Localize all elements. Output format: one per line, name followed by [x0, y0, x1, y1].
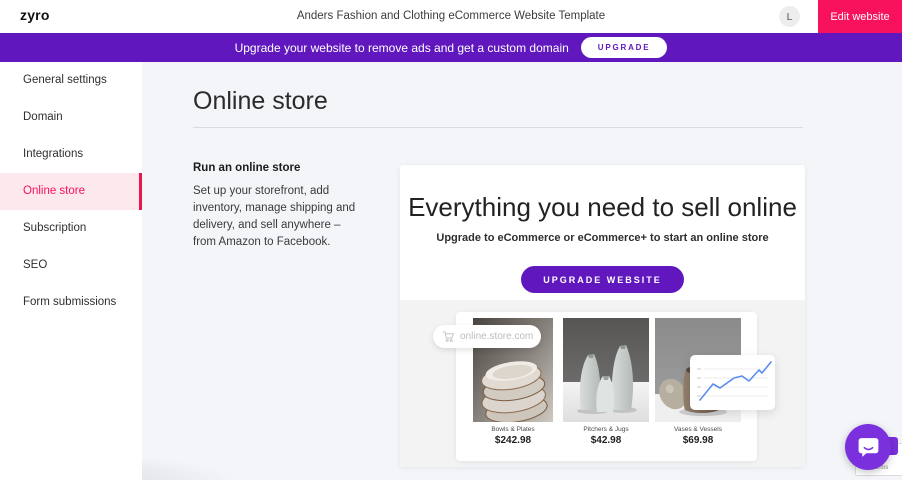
sidebar-item-form-submissions[interactable]: Form submissions	[0, 284, 142, 321]
sidebar-item-subscription[interactable]: Subscription	[0, 210, 142, 247]
promo-subheading: Upgrade to eCommerce or eCommerce+ to st…	[400, 232, 805, 244]
section-heading: Run an online store	[193, 162, 365, 174]
sales-chart-card	[690, 355, 775, 410]
top-bar: zyro Anders Fashion and Clothing eCommer…	[0, 0, 902, 33]
online-store-info: Run an online store Set up your storefro…	[193, 162, 365, 251]
product-name: Bowls & Plates	[473, 426, 553, 433]
product-card-pitchers: Pitchers & Jugs $42.98	[563, 318, 649, 446]
line-chart	[690, 355, 775, 410]
sidebar-item-seo[interactable]: SEO	[0, 247, 142, 284]
product-price: $69.98	[655, 435, 741, 446]
user-avatar[interactable]: L	[779, 6, 800, 27]
product-price: $42.98	[563, 435, 649, 446]
product-name: Pitchers & Jugs	[563, 426, 649, 433]
upgrade-banner: Upgrade your website to remove ads and g…	[0, 33, 902, 62]
promo-heading: Everything you need to sell online	[400, 192, 805, 223]
section-description: Set up your storefront, add inventory, m…	[193, 183, 365, 251]
site-title: Anders Fashion and Clothing eCommerce We…	[0, 10, 902, 22]
title-divider	[193, 127, 803, 128]
edit-website-button[interactable]: Edit website	[818, 0, 902, 33]
product-image-pitchers	[563, 318, 649, 422]
app-window: zyro Anders Fashion and Clothing eCommer…	[0, 0, 902, 480]
sidebar-item-domain[interactable]: Domain	[0, 99, 142, 136]
store-url-text: online.store.com	[460, 331, 533, 342]
upgrade-website-button[interactable]: UPGRADE WEBSITE	[521, 266, 684, 293]
product-name: Vases & Vessels	[655, 426, 741, 433]
sidebar-item-integrations[interactable]: Integrations	[0, 136, 142, 173]
product-price: $242.98	[473, 435, 553, 446]
upgrade-banner-text: Upgrade your website to remove ads and g…	[235, 41, 569, 55]
page-title: Online store	[193, 87, 328, 116]
chat-button[interactable]	[845, 424, 891, 470]
sidebar-item-general-settings[interactable]: General settings	[0, 62, 142, 99]
upgrade-banner-button[interactable]: UPGRADE	[581, 37, 668, 58]
store-url-pill[interactable]: online.store.com	[433, 325, 541, 348]
avatar-initial: L	[787, 11, 793, 23]
settings-sidebar: General settings Domain Integrations Onl…	[0, 62, 142, 480]
ecommerce-promo-card: Everything you need to sell online Upgra…	[400, 165, 805, 467]
sidebar-item-online-store[interactable]: Online store	[0, 173, 142, 210]
chat-bubble-icon	[856, 435, 881, 460]
cart-icon	[442, 330, 455, 343]
